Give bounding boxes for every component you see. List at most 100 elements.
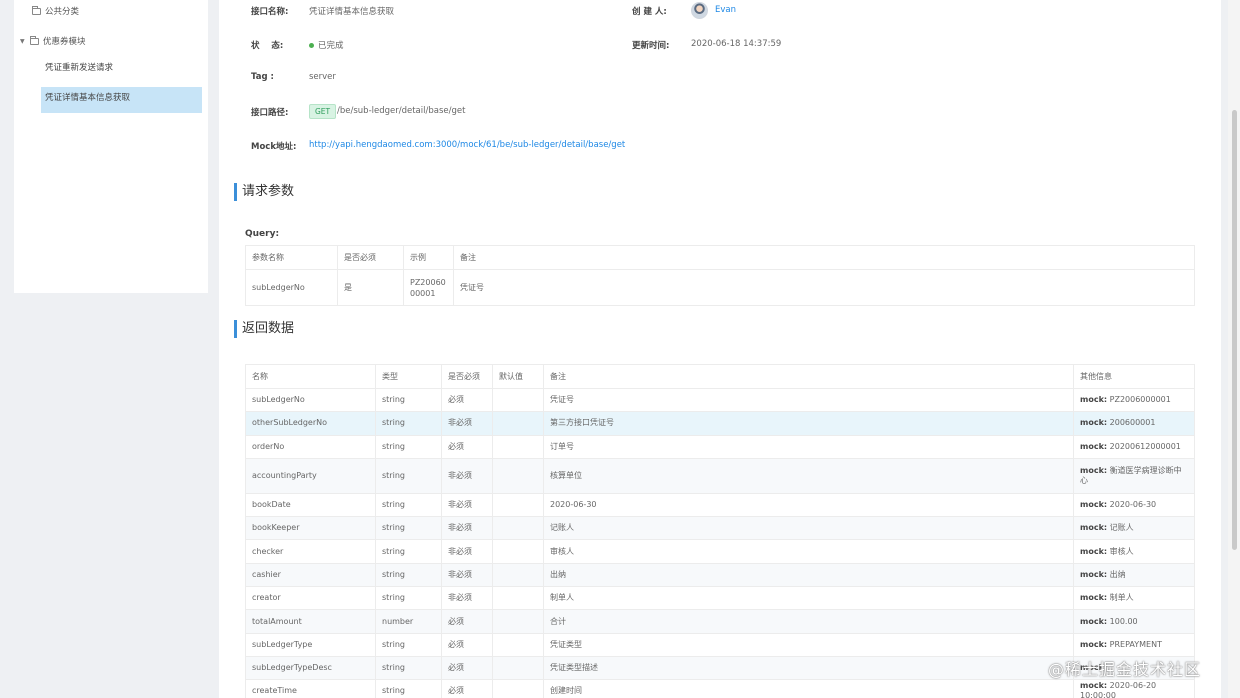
field-note: 凭证类型描述 (543, 655, 1074, 681)
table-row: totalAmount number 必须 合计 mock: 100.00 (245, 609, 1195, 634)
tag-value: server (309, 72, 336, 82)
field-required: 必须 (441, 387, 493, 413)
field-name: accountingParty (245, 457, 376, 494)
creator-name[interactable]: Evan (715, 5, 736, 15)
path-label: 接口路径: (251, 108, 289, 118)
field-mock: mock: 100.00 (1073, 609, 1195, 634)
field-required: 必须 (441, 609, 493, 634)
field-default (492, 492, 544, 518)
col-header: 备注 (543, 364, 1074, 389)
field-note: 制单人 (543, 586, 1074, 611)
field-default (492, 586, 544, 611)
field-required: 必须 (441, 632, 493, 657)
mock-key: mock: (1080, 681, 1108, 691)
field-mock: mock: 2020-06-20 10:00:00 (1073, 679, 1195, 698)
field-default (492, 679, 544, 698)
mock-value: 20200612000001 (1109, 441, 1181, 451)
field-type: string (375, 457, 442, 494)
table-row: cashier string 非必须 出纳 mock: 出纳 (245, 562, 1195, 588)
field-mock: mock: 2020-06-30 (1073, 492, 1195, 518)
field-required: 非必须 (441, 539, 493, 564)
field-default (492, 539, 544, 564)
field-note: 第三方接口凭证号 (543, 411, 1074, 436)
table-row: checker string 非必须 审核人 mock: 审核人 (245, 539, 1195, 564)
field-note: 2020-06-30 (543, 492, 1074, 518)
mock-label: Mock地址: (251, 142, 297, 152)
status-value: 已完成 (309, 39, 344, 51)
watermark: @稀土掘金技术社区 (1047, 660, 1201, 679)
mock-key: mock: (1080, 395, 1108, 405)
field-type: string (375, 411, 442, 436)
name-value: 凭证详情基本信息获取 (309, 7, 395, 17)
field-type: string (375, 434, 442, 459)
table-row: creator string 非必须 制单人 mock: 制单人 (245, 586, 1195, 611)
mock-value: 200600001 (1109, 418, 1156, 428)
folder-icon (32, 5, 41, 15)
field-note: 出纳 (543, 562, 1074, 588)
col-header: 类型 (375, 364, 442, 389)
request-section-title: 请求参数 (234, 183, 294, 201)
field-note: 审核人 (543, 539, 1074, 564)
field-type: string (375, 492, 442, 518)
sidebar: 公共分类 ▼ 优惠券模块 凭证重新发送请求 凭证详情基本信息获取 (14, 0, 208, 293)
field-type: string (375, 586, 442, 611)
param-required: 是 (337, 269, 404, 306)
sidebar-item-resend[interactable]: 凭证重新发送请求 (41, 57, 202, 83)
response-section-title: 返回数据 (234, 320, 294, 338)
col-header: 是否必须 (337, 245, 404, 270)
field-name: otherSubLedgerNo (245, 411, 376, 436)
mock-key: mock: (1080, 616, 1108, 626)
mock-value: 记账人 (1109, 523, 1134, 533)
mock-key: mock: (1080, 418, 1108, 428)
field-note: 订单号 (543, 434, 1074, 459)
updated-value: 2020-06-18 14:37:59 (691, 39, 782, 49)
col-header: 默认值 (492, 364, 544, 389)
field-required: 非必须 (441, 457, 493, 494)
col-header: 参数名称 (245, 245, 338, 270)
scrollbar[interactable] (1228, 0, 1240, 698)
field-note: 凭证类型 (543, 632, 1074, 657)
status-label: 状 态: (251, 41, 284, 51)
field-required: 非必须 (441, 562, 493, 588)
field-type: string (375, 655, 442, 681)
response-table: 名称 类型 是否必须 默认值 备注 其他信息 subLedgerNo string… (245, 364, 1195, 698)
field-type: string (375, 632, 442, 657)
mock-url-link[interactable]: http://yapi.hengdaomed.com:3000/mock/61/… (309, 140, 625, 150)
field-mock: mock: 出纳 (1073, 562, 1195, 588)
field-note: 创建时间 (543, 679, 1074, 698)
mock-key: mock: (1080, 639, 1108, 649)
param-name: subLedgerNo (245, 269, 338, 306)
sidebar-item-detail[interactable]: 凭证详情基本信息获取 (41, 87, 202, 113)
folder-icon (30, 35, 39, 45)
col-header: 名称 (245, 364, 376, 389)
table-header-row: 参数名称 是否必须 示例 备注 (245, 245, 1195, 270)
field-required: 非必须 (441, 411, 493, 436)
col-header: 备注 (453, 245, 1195, 270)
status-dot-icon (309, 43, 314, 48)
tree-node-coupon[interactable]: ▼ 优惠券模块 (20, 35, 86, 47)
field-mock: mock: 20200612000001 (1073, 434, 1195, 459)
query-label: Query: (245, 229, 280, 239)
field-required: 非必须 (441, 492, 493, 518)
mock-key: mock: (1080, 546, 1108, 556)
creator-label: 创 建 人: (632, 7, 667, 17)
field-mock: mock: 制单人 (1073, 586, 1195, 611)
col-header: 示例 (403, 245, 454, 270)
field-name: subLedgerTypeDesc (245, 655, 376, 681)
table-row: createTime string 必须 创建时间 mock: 2020-06-20 1… (245, 679, 1195, 698)
field-note: 合计 (543, 609, 1074, 634)
scrollbar-thumb[interactable] (1232, 110, 1237, 550)
caret-down-icon[interactable]: ▼ (20, 38, 30, 45)
field-type: string (375, 562, 442, 588)
tree-node-public[interactable]: 公共分类 (32, 5, 79, 17)
updated-label: 更新时间: (632, 41, 670, 51)
field-mock: mock: 审核人 (1073, 539, 1195, 564)
mock-value: PZ2006000001 (1109, 395, 1171, 405)
param-example: PZ2006000001 (403, 269, 454, 306)
mock-value: 100.00 (1109, 616, 1138, 626)
col-header: 其他信息 (1073, 364, 1195, 389)
name-label: 接口名称: (251, 7, 289, 17)
field-name: checker (245, 539, 376, 564)
field-default (492, 632, 544, 657)
path-value: /be/sub-ledger/detail/base/get (337, 106, 466, 116)
